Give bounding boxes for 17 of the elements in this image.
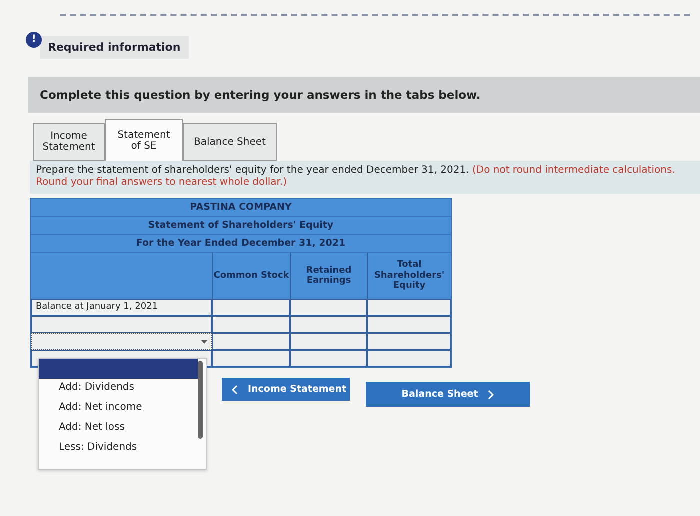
alert-icon: ! — [26, 32, 42, 48]
tab[interactable]: Statement of SE — [105, 119, 183, 161]
dropdown-option[interactable]: Less: Dividends — [39, 439, 206, 459]
row-label: Balance at January 1, 2021 — [31, 299, 212, 316]
table-title: For the Year Ended December 31, 2021 — [31, 235, 451, 253]
dropdown-option[interactable]: Add: Net loss — [39, 419, 206, 439]
notice-title: Required information — [40, 36, 189, 59]
tab[interactable]: Income Statement — [33, 123, 105, 161]
next-tab-button[interactable]: Balance Sheet — [366, 382, 530, 407]
prompt-text: Prepare the statement of shareholders' equity for the year ended December 31, 2021. (Do not round intermediate calculations. Round your final answers to nearest whole dollar.) — [30, 161, 700, 194]
dropdown-option[interactable]: Add: Dividends — [39, 379, 206, 399]
dropdown-option[interactable]: Add: Net income — [39, 399, 206, 419]
previous-tab-button[interactable]: Income Statement — [222, 378, 350, 401]
table-title: PASTINA COMPANY — [31, 199, 451, 217]
instruction-text: Complete this question by entering your answers in the tabs below. — [28, 77, 700, 113]
table-title: Statement of Shareholders' Equity — [31, 217, 451, 235]
tab[interactable]: Balance Sheet — [183, 123, 277, 161]
